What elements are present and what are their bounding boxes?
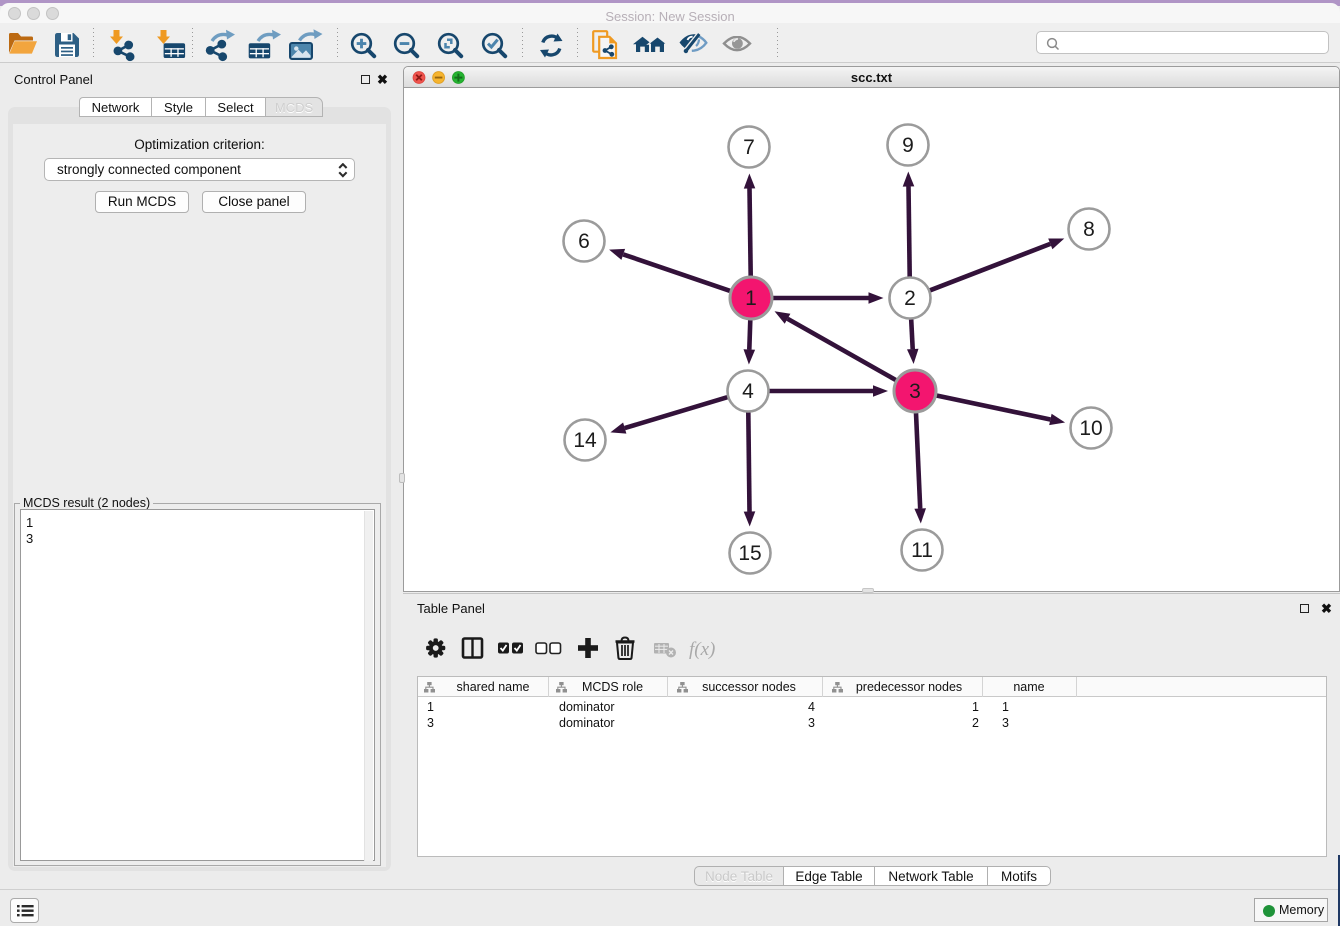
svg-text:f(x): f(x) — [689, 639, 715, 660]
svg-text:1: 1 — [745, 287, 757, 310]
svg-text:11: 11 — [911, 539, 933, 562]
svg-text:4: 4 — [742, 380, 754, 403]
svg-text:8: 8 — [1083, 218, 1095, 241]
svg-text:15: 15 — [738, 542, 761, 565]
svg-text:10: 10 — [1079, 417, 1102, 440]
svg-text:14: 14 — [573, 429, 597, 452]
svg-text:9: 9 — [902, 134, 914, 157]
svg-text:2: 2 — [904, 287, 916, 310]
svg-text:3: 3 — [909, 380, 921, 403]
svg-text:6: 6 — [578, 230, 590, 253]
svg-text:7: 7 — [743, 136, 755, 159]
